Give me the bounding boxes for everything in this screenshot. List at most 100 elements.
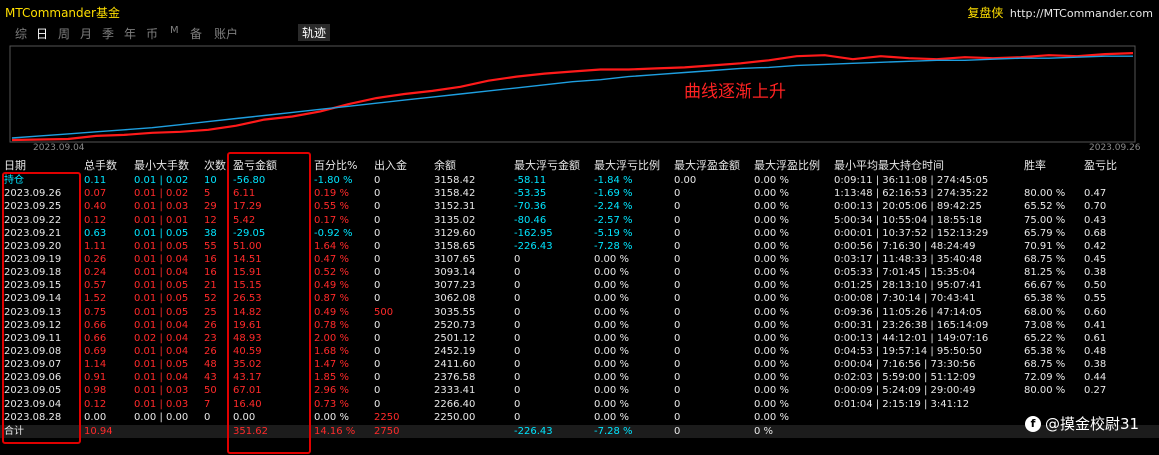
- cell-maxprofit: 0: [674, 214, 681, 226]
- column-header-balance[interactable]: 余额: [434, 157, 456, 173]
- cell-lots: 0.40: [84, 201, 107, 213]
- tab-quarter[interactable]: 季: [102, 25, 114, 42]
- table-row[interactable]: 2023.09.22 0.12 0.01 | 0.01 12 5.42 0.17 % 0 31…: [0, 214, 1159, 227]
- cell-maxloss_pct: 0.00 %: [594, 332, 629, 344]
- cell-pct: 0.49 %: [314, 280, 349, 292]
- table-row[interactable]: 2023.08.28 0.00 0.00 | 0.00 0 0.00 0.00 % 2250…: [0, 411, 1159, 424]
- table-row[interactable]: 2023.09.15 0.57 0.01 | 0.05 21 15.15 0.49 % 0 3…: [0, 279, 1159, 292]
- table-row[interactable]: 2023.09.21 0.63 0.01 | 0.05 38 -29.05 -0.92 %…: [0, 227, 1159, 240]
- cell-lots: 1.52: [84, 293, 107, 305]
- cell-pct: 0.47 %: [314, 253, 349, 265]
- equity-chart-svg: [9, 45, 1136, 143]
- tab-account[interactable]: 账户: [214, 25, 238, 42]
- cell-count: 43: [204, 372, 217, 384]
- cell-maxprofit_pct: 0.00 %: [754, 267, 789, 278]
- cell-minmax: 0.01 | 0.01: [134, 214, 189, 226]
- cell-flow: 0: [374, 359, 381, 371]
- table-row[interactable]: 2023.09.12 0.66 0.01 | 0.04 26 19.61 0.78 % 0 2…: [0, 319, 1159, 332]
- trend-line: [11, 55, 1133, 139]
- column-header-maxprofit[interactable]: 最大浮盈金额: [674, 157, 740, 173]
- column-header-maxloss[interactable]: 最大浮亏金额: [514, 157, 580, 173]
- column-header-maxprofit_pct[interactable]: 最大浮盈比例: [754, 157, 820, 173]
- cell-balance: 2520.73: [434, 319, 476, 331]
- cell-hold: 0:00:13 | 44:12:01 | 149:07:16: [834, 332, 989, 344]
- cell-count: 52: [204, 293, 217, 305]
- cell-maxprofit_pct: 0.00 %: [754, 359, 789, 371]
- table-row[interactable]: 2023.09.13 0.75 0.01 | 0.05 25 14.82 0.49 % 50…: [0, 306, 1159, 319]
- trend-annotation: 曲线逐渐上升: [684, 82, 786, 102]
- cell-maxprofit_pct: 0.00 %: [754, 346, 789, 357]
- cell-pct: 0.00 %: [314, 411, 349, 423]
- cell-winrate: 72.09 %: [1024, 372, 1066, 384]
- tab-day[interactable]: 日: [36, 25, 48, 42]
- cell-minmax: 0.00 | 0.00: [134, 411, 189, 423]
- table-row[interactable]: 2023.09.08 0.69 0.01 | 0.04 26 40.59 1.68 % 0 2…: [0, 345, 1159, 358]
- cell-hold: 0:02:03 | 5:59:00 | 51:12:09: [834, 372, 976, 384]
- tab-currency[interactable]: 币: [146, 25, 158, 42]
- cell-pct: 0.19 %: [314, 188, 349, 200]
- column-header-lots[interactable]: 总手数: [84, 157, 117, 173]
- cell-winrate: 65.52 %: [1024, 201, 1066, 213]
- table-row[interactable]: 2023.09.11 0.66 0.02 | 0.04 23 48.93 2.00 % 0 2…: [0, 332, 1159, 345]
- cell-pct: 1.47 %: [314, 359, 349, 371]
- cell-count: 26: [204, 346, 217, 357]
- column-header-pf[interactable]: 盈亏比: [1084, 157, 1117, 173]
- table-row[interactable]: 2023.09.07 1.14 0.01 | 0.05 48 35.02 1.47 % 0 2…: [0, 358, 1159, 371]
- cell-balance: 2266.40: [434, 398, 476, 410]
- tab-m[interactable]: M: [170, 25, 179, 36]
- tab-summary[interactable]: 综: [15, 25, 27, 42]
- column-header-maxloss_pct[interactable]: 最大浮亏比例: [594, 157, 660, 173]
- site-link[interactable]: 复盘侠 http://MTCommander.com: [967, 4, 1153, 21]
- column-header-pct[interactable]: 百分比%: [314, 157, 357, 173]
- column-header-hold[interactable]: 最小平均最大持仓时间: [834, 157, 944, 173]
- column-header-winrate[interactable]: 胜率: [1024, 157, 1046, 173]
- tab-trajectory[interactable]: 轨迹: [298, 24, 331, 41]
- cell-minmax: 0.01 | 0.04: [134, 253, 189, 265]
- cell-flow: 0: [374, 319, 381, 331]
- cell-maxloss: 0: [514, 253, 521, 265]
- table-row[interactable]: 持仓 0.11 0.01 | 0.02 10 -56.80 -1.80 % 0 3158.42…: [0, 174, 1159, 187]
- cell-maxloss: -80.46: [514, 214, 547, 226]
- site-url[interactable]: http://MTCommander.com: [1010, 7, 1153, 20]
- cell-maxprofit: 0: [674, 280, 681, 292]
- cell-maxprofit: 0: [674, 411, 681, 423]
- cell-pf: 0.68: [1084, 227, 1107, 239]
- table-row[interactable]: 2023.09.20 1.11 0.01 | 0.05 55 51.00 1.64 % 0 3…: [0, 240, 1159, 253]
- cell-pct: 2.96 %: [314, 385, 349, 397]
- column-header-date[interactable]: 日期: [4, 157, 26, 173]
- cell-balance: 3158.42: [434, 188, 476, 200]
- table-row[interactable]: 2023.09.05 0.98 0.01 | 0.03 50 67.01 2.96 % 0 2…: [0, 384, 1159, 397]
- cell-flow: 0: [374, 293, 381, 305]
- cell-flow: 0: [374, 372, 381, 384]
- cell-winrate: 65.22 %: [1024, 332, 1066, 344]
- column-header-count[interactable]: 次数: [204, 157, 226, 173]
- cell-winrate: 66.67 %: [1024, 280, 1066, 292]
- cell-maxprofit: 0: [674, 253, 681, 265]
- column-header-minmax[interactable]: 最小大手数: [134, 157, 189, 173]
- cell-winrate: 68.00 %: [1024, 306, 1066, 318]
- tab-week[interactable]: 周: [58, 25, 70, 42]
- cell-lots: 0.69: [84, 346, 107, 357]
- cell-winrate: 70.91 %: [1024, 240, 1066, 252]
- cell-maxloss: -70.36: [514, 201, 547, 213]
- cell-balance: 3158.42: [434, 175, 476, 186]
- table-row[interactable]: 2023.09.04 0.12 0.01 | 0.03 7 16.40 0.73 % 0 22…: [0, 398, 1159, 411]
- cell-flow: 0: [374, 201, 381, 213]
- cell-minmax: 0.01 | 0.05: [134, 306, 189, 318]
- cell-maxloss: 0: [514, 293, 521, 305]
- tab-month[interactable]: 月: [80, 25, 92, 42]
- tab-year[interactable]: 年: [124, 25, 136, 42]
- table-row[interactable]: 2023.09.14 1.52 0.01 | 0.05 52 26.53 0.87 % 0 3…: [0, 292, 1159, 305]
- table-row[interactable]: 2023.09.25 0.40 0.01 | 0.03 29 17.29 0.55 % 0 3…: [0, 200, 1159, 213]
- cell-pct: 0.49 %: [314, 306, 349, 318]
- table-row[interactable]: 2023.09.19 0.26 0.01 | 0.04 16 14.51 0.47 % 0 3…: [0, 253, 1159, 266]
- column-header-flow[interactable]: 出入金: [374, 157, 407, 173]
- highlight-box-pnl: [227, 152, 311, 454]
- table-row[interactable]: 2023.09.06 0.91 0.01 | 0.04 43 43.17 1.85 % 0 2…: [0, 371, 1159, 384]
- cell-balance: 2411.60: [434, 359, 476, 371]
- tab-note[interactable]: 备: [190, 25, 202, 42]
- cell-winrate: 65.38 %: [1024, 346, 1066, 357]
- table-row[interactable]: 2023.09.26 0.07 0.01 | 0.02 5 6.11 0.19 % 0 315…: [0, 187, 1159, 200]
- table-row[interactable]: 2023.09.18 0.24 0.01 | 0.04 16 15.91 0.52 % 0 3…: [0, 266, 1159, 279]
- cell-maxprofit_pct: 0.00 %: [754, 332, 789, 344]
